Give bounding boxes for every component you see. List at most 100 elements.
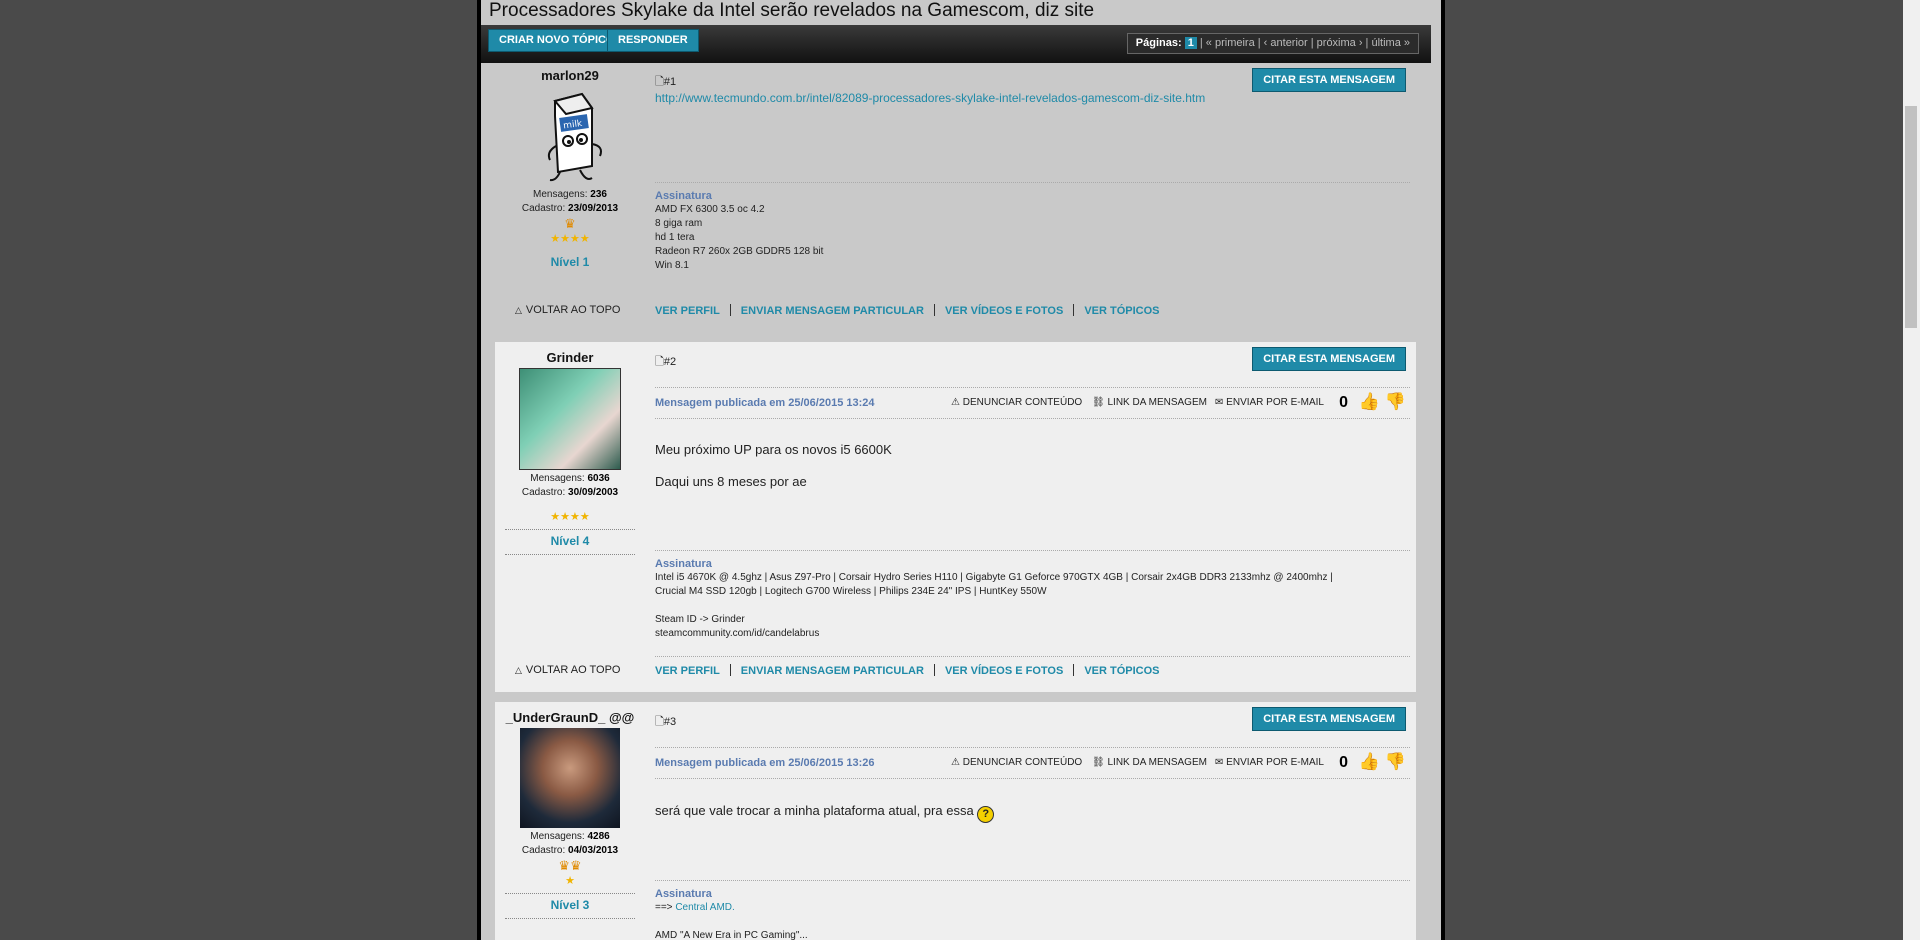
avatar <box>520 728 620 828</box>
rank-stars-icon: ★★★★ <box>550 511 590 523</box>
signature-title: Assinatura <box>655 190 712 202</box>
back-to-top[interactable]: △ VOLTAR AO TOPO <box>515 304 620 316</box>
post-number[interactable]: 🗋#2 <box>655 353 676 372</box>
signature: Assinatura ==> Central AMD. AMD "A New E… <box>655 880 1410 940</box>
vote-count: 0 <box>1339 754 1348 771</box>
user-level[interactable]: Nível 4 <box>495 534 645 548</box>
message-link[interactable]: ⛓ LINK DA MENSAGEM <box>1092 397 1207 408</box>
signature-line: AMD "A New Era in PC Gaming"... <box>655 930 808 940</box>
join-date: Cadastro: 23/09/2013 <box>521 203 619 214</box>
topics-link[interactable]: VER TÓPICOS <box>1084 665 1159 677</box>
signature-line: 8 giga ram <box>655 218 703 229</box>
post-3: _UnderGraunD_ @@ Mensagens: 4286 Cadastr… <box>495 702 1416 940</box>
send-pm-link[interactable]: ENVIAR MENSAGEM PARTICULAR <box>741 665 924 677</box>
user-level[interactable]: Nível 3 <box>495 898 645 912</box>
signature-line: Radeon R7 260x 2GB GDDR5 128 bit <box>655 246 824 257</box>
message-link[interactable]: ⛓ LINK DA MENSAGEM <box>1092 757 1207 768</box>
crown-icon: ♛ <box>564 216 576 231</box>
join-date: Cadastro: 30/09/2003 <box>521 487 619 498</box>
thumbs-down-icon[interactable]: 👎 <box>1385 752 1406 772</box>
post-text-line: Daqui uns 8 meses por ae <box>655 474 807 489</box>
published-date: Mensagem publicada em 25/06/2015 13:24 <box>655 397 875 409</box>
avatar: milk <box>520 86 620 186</box>
message-count: Mensagens: 4286 <box>530 831 610 842</box>
videos-photos-link[interactable]: VER VÍDEOS E FOTOS <box>945 665 1063 677</box>
user-level[interactable]: Nível 1 <box>495 255 645 269</box>
page-scrollbar[interactable] <box>1903 0 1920 940</box>
post-1: marlon29 milk Mensagens: 236 Cadastro: 2… <box>495 66 1416 328</box>
vote-count: 0 <box>1339 394 1348 411</box>
post-footer: VER PERFIL ENVIAR MENSAGEM PARTICULAR VER … <box>655 656 1410 677</box>
post-body: será que vale trocar a minha plataforma … <box>655 795 995 827</box>
new-topic-button[interactable]: CRIAR NOVO TÓPICO <box>488 29 626 52</box>
message-count: Mensagens: 236 <box>533 189 607 200</box>
post-2: Grinder Mensagens: 6036 Cadastro: 30/09/… <box>495 342 1416 692</box>
username[interactable]: _UnderGraunD_ @@ <box>495 710 645 725</box>
post-text-line: será que vale trocar a minha plataforma … <box>655 803 974 818</box>
signature-line: Win 8.1 <box>655 260 689 271</box>
thumbs-up-icon[interactable]: 👍 <box>1359 752 1380 772</box>
videos-photos-link[interactable]: VER VÍDEOS E FOTOS <box>945 305 1063 317</box>
rank-stars-icon: ★ <box>565 875 575 887</box>
signature-line: ==> Central AMD. <box>655 902 735 913</box>
thumbs-up-icon[interactable]: 👍 <box>1359 392 1380 412</box>
signature-title: Assinatura <box>655 558 712 570</box>
topics-link[interactable]: VER TÓPICOS <box>1084 305 1159 317</box>
post-number[interactable]: 🗋#3 <box>655 713 676 732</box>
published-date: Mensagem publicada em 25/06/2015 13:26 <box>655 757 875 769</box>
up-triangle-icon: △ <box>515 305 522 315</box>
view-profile-link[interactable]: VER PERFIL <box>655 305 720 317</box>
pager-current[interactable]: 1 <box>1184 37 1197 49</box>
signature: Assinatura AMD FX 6300 3.5 oc 4.2 8 giga… <box>655 182 1410 273</box>
thumbs-down-icon[interactable]: 👎 <box>1385 392 1406 412</box>
post-meta: Mensagem publicada em 25/06/2015 13:24 ⚠… <box>655 387 1410 419</box>
pager-label: Páginas: <box>1135 37 1182 49</box>
rank-stars-icon: ★★★★ <box>550 233 590 245</box>
signature-line: Intel i5 4670K @ 4.5ghz | Asus Z97-Pro |… <box>655 572 1333 583</box>
post-author: marlon29 milk Mensagens: 236 Cadastro: 2… <box>495 66 645 269</box>
reply-button[interactable]: RESPONDER <box>607 29 699 52</box>
post-body: Meu próximo UP para os novos i5 6600K Da… <box>655 434 892 498</box>
post-link[interactable]: http://www.tecmundo.com.br/intel/82089-p… <box>655 91 1205 105</box>
up-triangle-icon: △ <box>515 665 522 675</box>
back-to-top[interactable]: △ VOLTAR AO TOPO <box>515 664 620 676</box>
quote-button[interactable]: CITAR ESTA MENSAGEM <box>1252 347 1406 371</box>
email-link[interactable]: ✉ ENVIAR POR E-MAIL <box>1215 397 1324 408</box>
username[interactable]: Grinder <box>495 350 645 365</box>
scrollbar-thumb[interactable] <box>1905 106 1917 328</box>
username[interactable]: marlon29 <box>495 68 645 83</box>
pagination: Páginas: 1 | « primeira | ‹ anterior | p… <box>1126 33 1419 54</box>
crown-icon: ♛♛ <box>558 858 582 873</box>
message-count: Mensagens: 6036 <box>530 473 610 484</box>
view-profile-link[interactable]: VER PERFIL <box>655 665 720 677</box>
signature-line: Steam ID -> Grinder <box>655 614 745 625</box>
post-meta: Mensagem publicada em 25/06/2015 13:26 ⚠… <box>655 747 1410 779</box>
pager-links[interactable]: | « primeira | ‹ anterior | próxima › | … <box>1200 37 1410 49</box>
topic-title: Processadores Skylake da Intel serão rev… <box>489 0 1095 21</box>
envelope-icon: ✉ <box>1215 757 1224 768</box>
report-icon: ⚠ <box>951 397 960 408</box>
signature-line: hd 1 tera <box>655 232 695 243</box>
email-link[interactable]: ✉ ENVIAR POR E-MAIL <box>1215 757 1324 768</box>
post-author: Grinder Mensagens: 6036 Cadastro: 30/09/… <box>495 348 645 555</box>
question-smiley-icon: ? <box>977 806 995 823</box>
central-amd-link[interactable]: Central AMD. <box>675 902 734 913</box>
post-text-line: Meu próximo UP para os novos i5 6600K <box>655 442 892 457</box>
signature-line: steamcommunity.com/id/candelabrus <box>655 628 820 639</box>
quote-button[interactable]: CITAR ESTA MENSAGEM <box>1252 707 1406 731</box>
report-link[interactable]: ⚠ DENUNCIAR CONTEÚDO <box>951 397 1082 408</box>
forum-content: Processadores Skylake da Intel serão rev… <box>481 0 1441 940</box>
report-link[interactable]: ⚠ DENUNCIAR CONTEÚDO <box>951 757 1082 768</box>
signature: Assinatura Intel i5 4670K @ 4.5ghz | Asu… <box>655 550 1410 641</box>
link-icon: ⛓ <box>1092 757 1105 768</box>
topic-toolbar: CRIAR NOVO TÓPICO RESPONDER Páginas: 1 |… <box>481 25 1431 63</box>
link-icon: ⛓ <box>1092 397 1105 408</box>
send-pm-link[interactable]: ENVIAR MENSAGEM PARTICULAR <box>741 305 924 317</box>
post-author: _UnderGraunD_ @@ Mensagens: 4286 Cadastr… <box>495 708 645 919</box>
post-body: http://www.tecmundo.com.br/intel/82089-p… <box>655 82 1205 114</box>
signature-line: AMD FX 6300 3.5 oc 4.2 <box>655 204 765 215</box>
avatar <box>519 368 621 470</box>
quote-button[interactable]: CITAR ESTA MENSAGEM <box>1252 68 1406 92</box>
join-date: Cadastro: 04/03/2013 <box>521 845 619 856</box>
signature-line <box>655 599 1410 613</box>
